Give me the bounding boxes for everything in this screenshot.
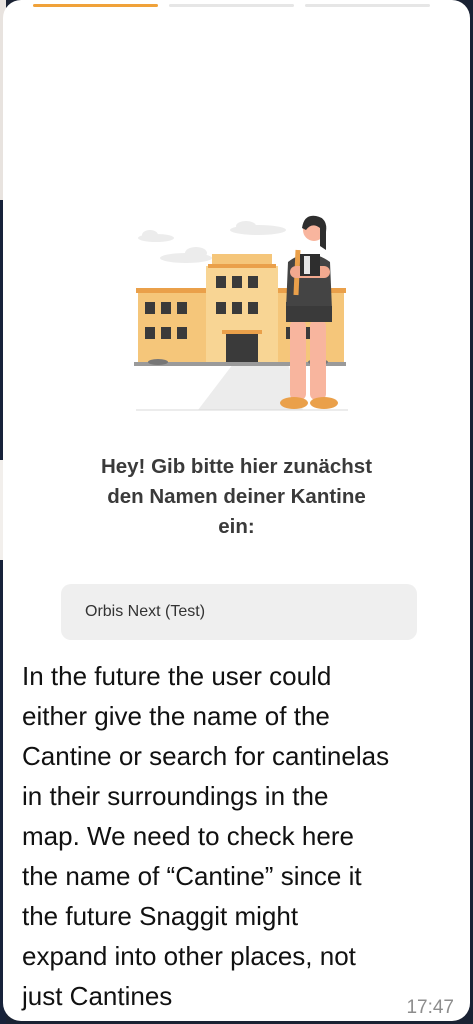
canteen-name-input[interactable]: Orbis Next (Test) — [61, 584, 417, 640]
progress-step-2 — [169, 4, 294, 7]
canteen-illustration — [134, 215, 348, 411]
message-bubble[interactable]: Hey! Gib bitte hier zunächst den Namen d… — [3, 0, 470, 1021]
progress-step-1 — [33, 4, 158, 7]
message-timestamp: 17:47 — [406, 997, 454, 1018]
onboarding-progress — [33, 4, 430, 7]
progress-step-3 — [305, 4, 430, 7]
onboarding-question: Hey! Gib bitte hier zunächst den Namen d… — [100, 455, 373, 538]
message-text: In the future the user could either give… — [22, 661, 390, 1011]
